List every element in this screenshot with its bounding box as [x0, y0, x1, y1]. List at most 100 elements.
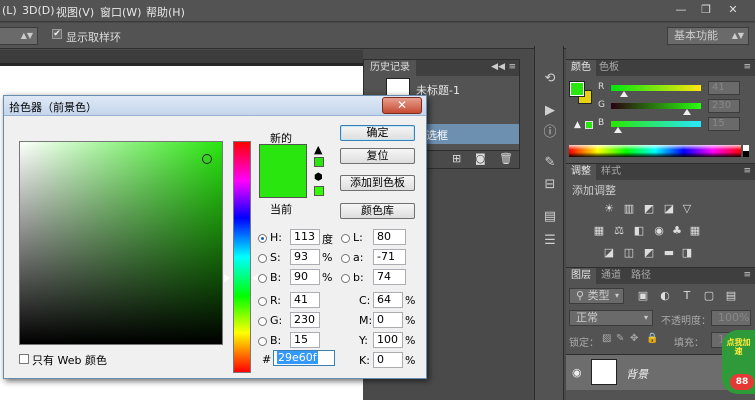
close-button[interactable]: ✕	[382, 97, 422, 114]
b-field[interactable]: 90	[290, 269, 320, 285]
cmyk-m-field[interactable]: 0	[373, 312, 403, 328]
r-field[interactable]: 41	[290, 292, 320, 308]
filter-smart-object-icon[interactable]: ▤	[724, 289, 738, 303]
r-value-field[interactable]: 41	[708, 81, 740, 95]
close-icon[interactable]: ✕	[722, 2, 744, 18]
b-value-field[interactable]: 15	[708, 117, 740, 131]
restore-icon[interactable]: ❐	[695, 2, 717, 18]
info-icon[interactable]: ⓘ	[541, 124, 559, 142]
lab-l-radio[interactable]	[341, 234, 350, 243]
reset-button[interactable]: 复位	[340, 148, 415, 164]
web-only-checkbox[interactable]	[19, 354, 29, 364]
g-value-field[interactable]: 230	[708, 99, 740, 113]
lab-b-radio[interactable]	[341, 274, 350, 283]
blue-radio[interactable]	[258, 337, 267, 346]
cmyk-k-field[interactable]: 0	[373, 352, 403, 368]
g-field[interactable]: 230	[290, 312, 320, 328]
s-field[interactable]: 93	[290, 249, 320, 265]
foreground-color-swatch[interactable]	[569, 81, 585, 97]
tab-adjustments[interactable]: 调整	[566, 164, 596, 180]
web-safe-swatch[interactable]	[314, 186, 324, 196]
h-field[interactable]: 113	[290, 229, 320, 245]
history-brush-icon[interactable]: ⟲	[541, 70, 559, 88]
dialog-titlebar[interactable]: 拾色器（前景色） ✕	[4, 96, 426, 116]
eye-icon[interactable]: ◉	[572, 366, 582, 379]
black-swatch[interactable]	[743, 151, 749, 157]
brush-presets-icon[interactable]: ✎	[541, 154, 559, 172]
tab-history[interactable]: 历史记录	[364, 60, 416, 76]
camera-icon[interactable]: ◙	[475, 152, 486, 165]
workspace-select[interactable]: 基本功能 ▲▼	[667, 27, 749, 45]
sample-size-select[interactable]: ▲▼	[0, 27, 38, 45]
trash-icon[interactable]: 🗑	[499, 152, 513, 165]
b-slider-thumb[interactable]	[614, 127, 622, 133]
filter-adjustment-icon[interactable]: ◐	[658, 289, 672, 303]
r-radio[interactable]	[258, 297, 267, 306]
collapse-icon[interactable]: ◀◀	[491, 62, 505, 72]
cmyk-y-field[interactable]: 100	[373, 332, 403, 348]
lab-a-radio[interactable]	[341, 254, 350, 263]
menu-view[interactable]: 视图(V)	[56, 4, 94, 20]
hue-slider[interactable]	[233, 141, 251, 373]
show-ring-checkbox[interactable]: ✔	[52, 29, 62, 39]
menu-help[interactable]: 帮助(H)	[146, 4, 185, 20]
opacity-field[interactable]: 100%	[711, 310, 751, 326]
lab-a-field[interactable]: -71	[373, 249, 406, 265]
filter-shape-icon[interactable]: ▢	[702, 289, 716, 303]
gamut-color-swatch[interactable]	[314, 157, 324, 167]
lab-l-field[interactable]: 80	[373, 229, 406, 245]
g-slider-thumb[interactable]	[683, 109, 691, 115]
color-spectrum-bar[interactable]	[569, 145, 741, 157]
blue-field[interactable]: 15	[290, 332, 320, 348]
lock-all-icon[interactable]: 🔒	[646, 333, 658, 344]
b-radio[interactable]	[258, 274, 267, 283]
b-slider[interactable]	[611, 121, 701, 127]
exposure-icon[interactable]: ◪	[662, 202, 676, 216]
minimize-icon[interactable]: —	[670, 2, 692, 18]
tab-channels[interactable]: 通道	[596, 268, 626, 284]
channel-mixer-icon[interactable]: ♣	[670, 224, 684, 238]
invert-icon[interactable]: ◪	[602, 246, 616, 260]
menu-layer[interactable]: (L)	[2, 4, 17, 17]
paragraph-icon[interactable]: ☰	[541, 232, 559, 250]
new-document-icon[interactable]: ⊞	[452, 152, 461, 165]
selective-color-icon[interactable]: ◨	[680, 246, 694, 260]
gradient-map-icon[interactable]: ▬	[662, 246, 676, 260]
panel-menu-icon[interactable]: ≡	[743, 166, 751, 176]
actions-icon[interactable]: ▶	[541, 102, 559, 120]
layer-name[interactable]: 背景	[626, 366, 648, 382]
brightness-icon[interactable]: ☀	[602, 202, 616, 216]
g-radio[interactable]	[258, 317, 267, 326]
character-icon[interactable]: ▤	[541, 208, 559, 226]
lock-transparent-icon[interactable]: ▨	[602, 333, 611, 344]
panel-menu-icon[interactable]: ≡	[508, 62, 516, 72]
menu-3d[interactable]: 3D(D)	[22, 4, 55, 17]
gamut-swatch[interactable]	[585, 121, 593, 129]
lock-position-icon[interactable]: ✥	[630, 333, 638, 344]
panel-menu-icon[interactable]: ≡	[743, 62, 751, 72]
curves-icon[interactable]: ◩	[642, 202, 656, 216]
hex-field[interactable]: 29e60f	[273, 350, 335, 366]
layer-filter-select[interactable]: ⚲ 类型 ▾	[569, 288, 624, 304]
filter-type-icon[interactable]: T	[680, 289, 694, 303]
ok-button[interactable]: 确定	[340, 125, 415, 141]
color-field-cursor[interactable]	[202, 154, 212, 164]
r-slider-thumb[interactable]	[620, 91, 628, 97]
vibrance-icon[interactable]: ▽	[680, 202, 694, 216]
posterize-icon[interactable]: ◫	[622, 246, 636, 260]
hue-slider-arrow-left[interactable]	[224, 274, 230, 282]
tab-styles[interactable]: 样式	[596, 164, 626, 180]
threshold-icon[interactable]: ◩	[642, 246, 656, 260]
tab-color[interactable]: 颜色	[566, 60, 596, 76]
add-to-swatches-button[interactable]: 添加到色板	[340, 175, 415, 191]
blend-mode-select[interactable]: 正常 ▾	[569, 310, 653, 326]
promo-badge[interactable]: 点我加速 88	[722, 330, 755, 394]
color-libraries-button[interactable]: 颜色库	[340, 203, 415, 219]
web-safe-cube-icon[interactable]: ⬢	[314, 172, 323, 183]
cmyk-c-field[interactable]: 64	[373, 292, 403, 308]
black-white-icon[interactable]: ◧	[632, 224, 646, 238]
hue-saturation-icon[interactable]: ▦	[592, 224, 606, 238]
photo-filter-icon[interactable]: ◉	[652, 224, 666, 238]
color-balance-icon[interactable]: ⚖	[612, 224, 626, 238]
levels-icon[interactable]: ▥	[622, 202, 636, 216]
